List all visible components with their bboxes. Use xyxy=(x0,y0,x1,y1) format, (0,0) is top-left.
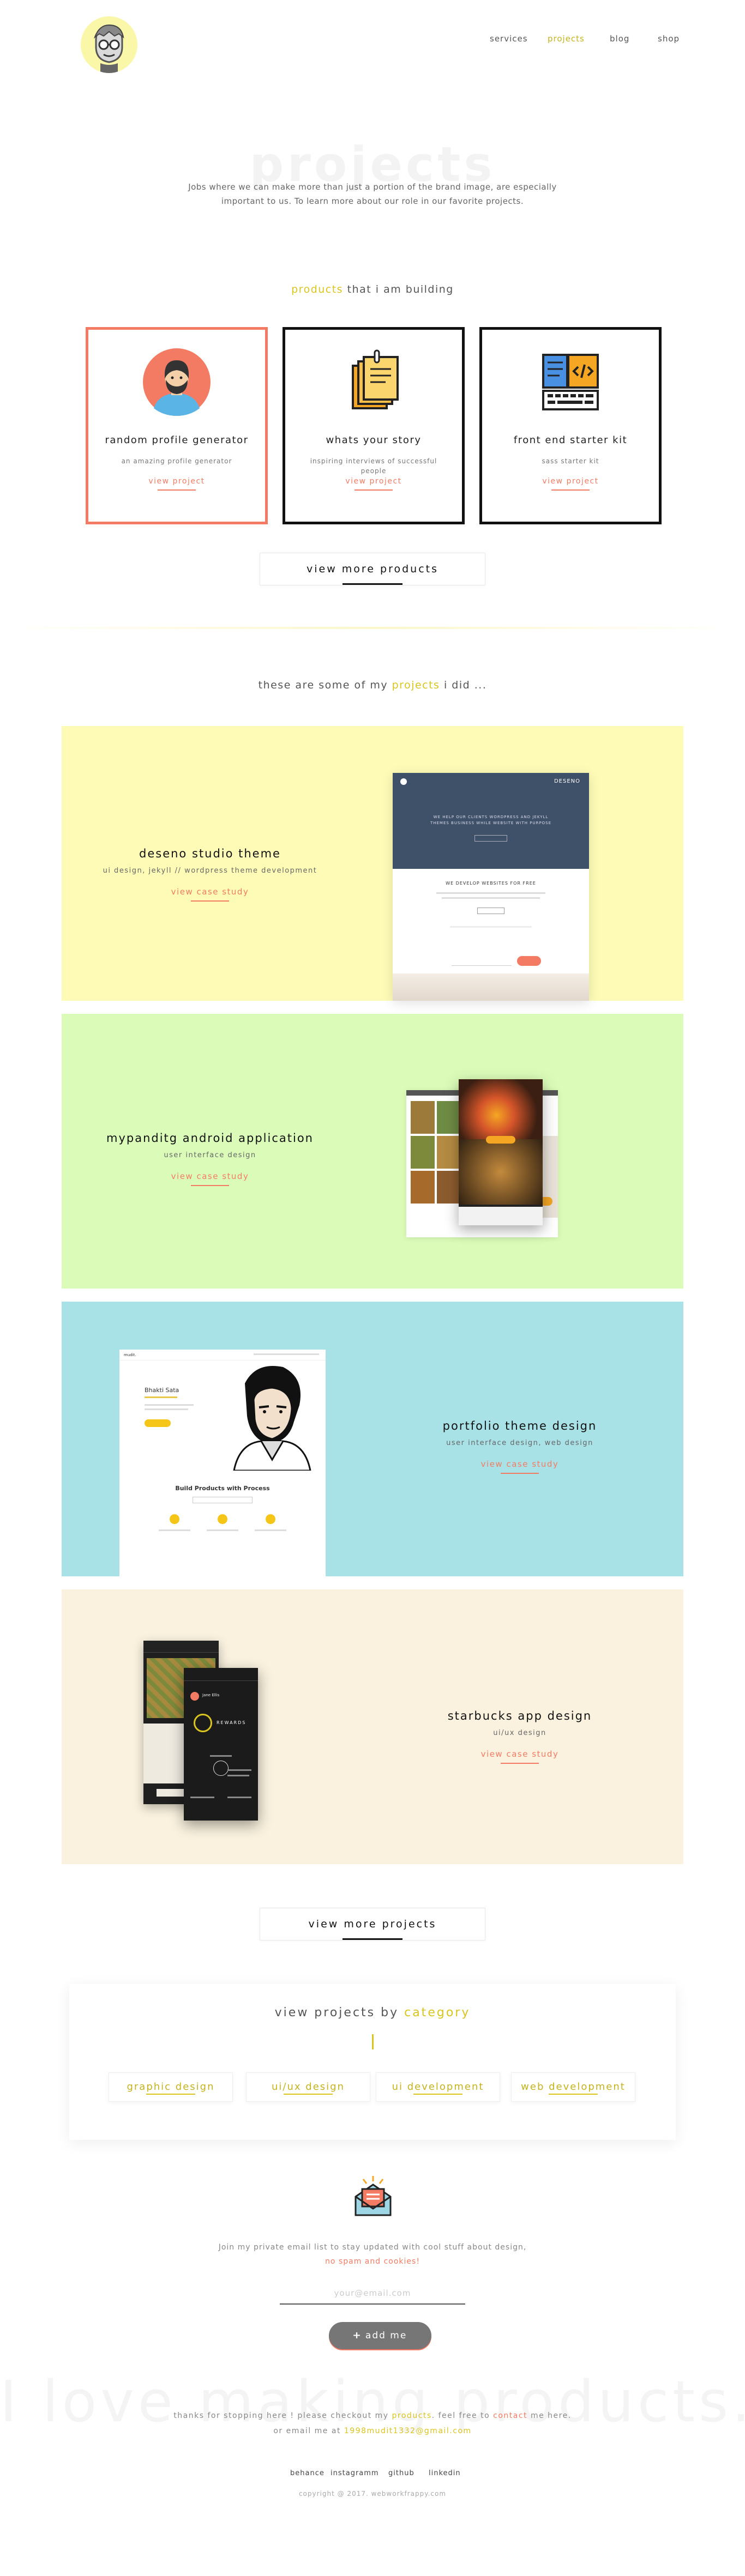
footer-link-github[interactable]: github xyxy=(388,2469,414,2477)
view-more-products-button[interactable]: view more products xyxy=(260,553,485,585)
project-panel-portfolio: mudit. Bhakti Sata Build Products with P… xyxy=(62,1302,683,1576)
view-case-study-link[interactable]: view case study xyxy=(389,1749,651,1764)
project-title: deseno studio theme xyxy=(139,847,281,860)
product-desc: an amazing profile generator xyxy=(121,457,232,465)
project-title: portfolio theme design xyxy=(442,1419,597,1432)
category-heading: view projects by category xyxy=(274,2006,471,2019)
footer-thanks: thanks for stopping here ! please checko… xyxy=(173,2411,572,2435)
products-heading: products that i am building xyxy=(291,283,454,295)
nav-services[interactable]: services xyxy=(490,34,528,44)
add-user-icon: ➕︎ xyxy=(353,2330,362,2341)
category-accent-bar xyxy=(372,2034,374,2049)
footer-link-behance[interactable]: behance xyxy=(290,2469,325,2477)
product-title: random profile generator xyxy=(105,434,249,446)
logo-avatar[interactable] xyxy=(81,16,137,73)
category-box: view projects by category graphic design… xyxy=(69,1984,676,2140)
product-desc: inspiring interviews of successful peopl… xyxy=(310,457,437,475)
project-subtitle: user interface design, web design xyxy=(446,1439,593,1447)
portrait-illustration-icon xyxy=(223,1362,316,1472)
projects-heading: these are some of my projects i did ... xyxy=(258,679,487,691)
view-case-study-link[interactable]: view case study xyxy=(79,887,341,902)
code-icon xyxy=(536,347,605,417)
view-project-link[interactable]: view project xyxy=(482,477,659,491)
product-title: front end starter kit xyxy=(513,434,628,446)
category-web-development[interactable]: web development xyxy=(511,2072,635,2102)
project-title: starbucks app design xyxy=(447,1709,592,1722)
category-graphic-design[interactable]: graphic design xyxy=(109,2072,233,2102)
portfolio-mockup: mudit. Bhakti Sata Build Products with P… xyxy=(119,1350,326,1576)
product-desc: sass starter kit xyxy=(542,457,599,465)
view-case-study-link[interactable]: view case study xyxy=(79,1171,341,1186)
footer-link-linkedin[interactable]: linkedin xyxy=(429,2469,461,2477)
email-link[interactable]: 1998mudit1332@gmail.com xyxy=(344,2427,472,2435)
footer-link-instagram[interactable]: instagramm xyxy=(331,2469,379,2477)
notes-icon xyxy=(339,347,408,417)
view-project-link[interactable]: view project xyxy=(88,477,265,491)
copyright: copyright @ 2017. webworkfrappy.com xyxy=(298,2490,447,2498)
contact-link[interactable]: contact xyxy=(493,2411,527,2420)
page-subtitle: Jobs where we can make more than just a … xyxy=(188,182,557,206)
avatar-icon xyxy=(142,347,212,417)
subscribe-text: Join my private email list to stay updat… xyxy=(218,2243,527,2266)
starbucks-mockup: Jane Ellis REWARDS xyxy=(143,1641,274,1826)
project-subtitle: user interface design xyxy=(164,1151,256,1159)
project-subtitle: ui design, jekyll // wordpress theme dev… xyxy=(103,867,317,875)
section-divider xyxy=(0,627,745,629)
project-panel-deseno: deseno studio theme ui design, jekyll //… xyxy=(62,726,683,1001)
mail-icon xyxy=(351,2175,395,2218)
add-me-button[interactable]: ➕︎ add me xyxy=(329,2322,431,2349)
mypanditg-mockup xyxy=(406,1079,558,1237)
category-uiux-design[interactable]: ui/ux design xyxy=(246,2072,370,2102)
view-more-projects-button[interactable]: view more projects xyxy=(260,1908,485,1940)
product-card[interactable]: front end starter kit sass starter kit v… xyxy=(479,327,662,524)
project-panel-mypanditg: mypanditg android application user inter… xyxy=(62,1014,683,1289)
view-project-link[interactable]: view project xyxy=(285,477,462,491)
project-title: mypanditg android application xyxy=(106,1132,314,1145)
product-card[interactable]: whats your story inspiring interviews of… xyxy=(283,327,465,524)
view-case-study-link[interactable]: view case study xyxy=(389,1459,651,1474)
project-subtitle: ui/ux design xyxy=(493,1729,546,1737)
product-card[interactable]: random profile generator an amazing prof… xyxy=(86,327,268,524)
category-ui-development[interactable]: ui development xyxy=(376,2072,500,2102)
deseno-mockup: DESENO WE HELP OUR CLIENTS WORDPRESS AND… xyxy=(393,773,589,1001)
nav-shop[interactable]: shop xyxy=(658,34,680,44)
nerd-avatar-icon xyxy=(81,16,137,73)
products-link[interactable]: products xyxy=(392,2411,432,2420)
email-input[interactable] xyxy=(280,2283,465,2305)
project-panel-starbucks: Jane Ellis REWARDS starbucks app design … xyxy=(62,1589,683,1864)
nav-blog[interactable]: blog xyxy=(610,34,629,44)
product-title: whats your story xyxy=(326,434,422,446)
nav-projects[interactable]: projects xyxy=(548,34,585,44)
